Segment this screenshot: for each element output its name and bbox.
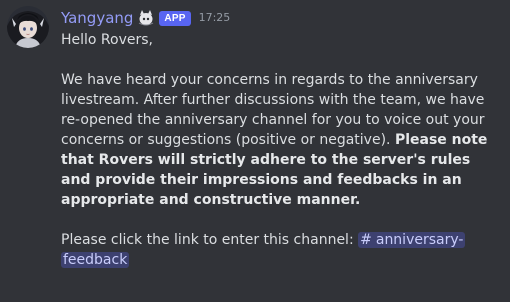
- link-prompt-text: Please click the link to enter this chan…: [61, 232, 359, 248]
- app-badge: APP: [159, 10, 191, 26]
- channel-hash-icon: #: [360, 232, 372, 248]
- anime-character-avatar-icon: [7, 6, 49, 48]
- greeting-line: Hello Rovers,: [61, 32, 153, 48]
- avatar[interactable]: [7, 6, 49, 48]
- message-header: Yangyang APP 17:25: [61, 7, 501, 29]
- username[interactable]: Yangyang: [61, 8, 133, 28]
- message-content: Yangyang APP 17:25 Hello Rovers, We have…: [61, 7, 501, 270]
- chat-message: Yangyang APP 17:25 Hello Rovers, We have…: [0, 0, 510, 302]
- message-body: Hello Rovers, We have heard your concern…: [61, 30, 501, 270]
- bot-mascot-icon: [137, 9, 155, 27]
- message-timestamp[interactable]: 17:25: [199, 8, 231, 28]
- link-paragraph: Please click the link to enter this chan…: [61, 230, 501, 270]
- announcement-paragraph: We have heard your concerns in regards t…: [61, 70, 501, 210]
